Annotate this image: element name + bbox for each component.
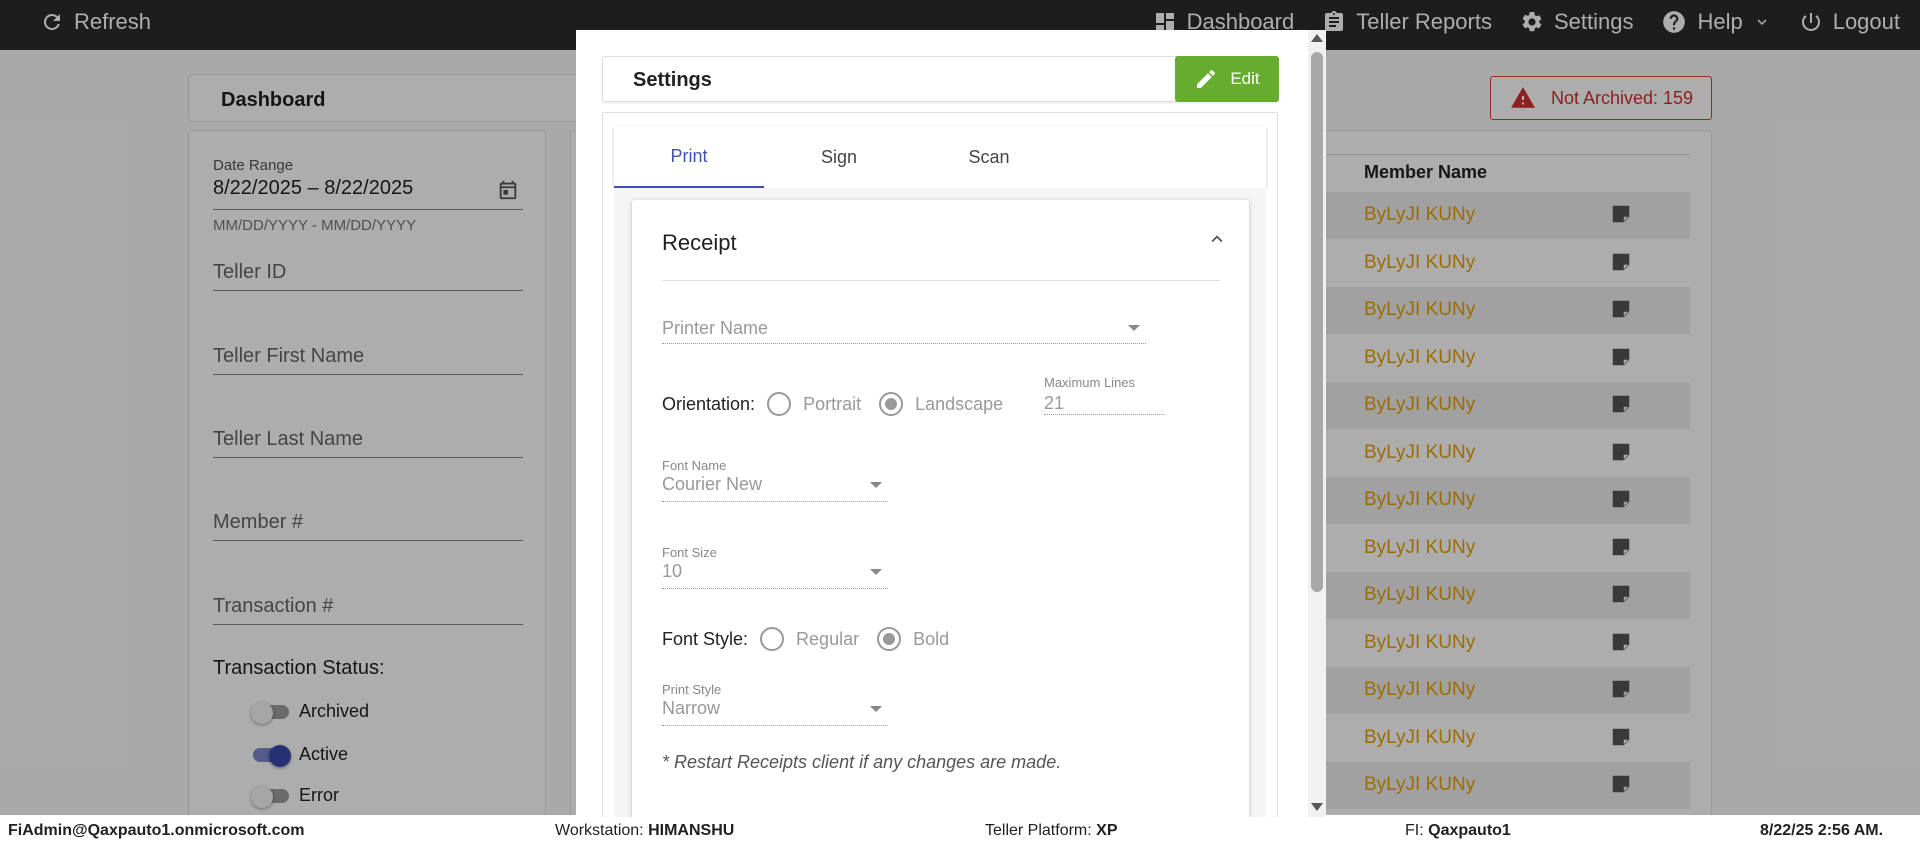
footer-workstation: Workstation: HIMANSHU: [555, 822, 735, 839]
footer-datetime: 8/22/25 2:56 AM.: [1760, 822, 1884, 839]
font-name-label: Font Name: [662, 458, 727, 473]
footer-teller-platform: Teller Platform: XP: [985, 822, 1118, 839]
font-name-value: Courier New: [662, 474, 763, 494]
dropdown-arrow-icon: [870, 706, 882, 712]
receipt-panel: Receipt Printer Name Orientation: Portra…: [632, 200, 1249, 817]
tab-scan[interactable]: Scan: [914, 126, 1064, 188]
radio-bold[interactable]: [877, 627, 902, 651]
font-size-label: Font Size: [662, 545, 717, 560]
scroll-up-arrow-icon[interactable]: [1311, 34, 1323, 42]
settings-dialog: Settings Edit Print Sign Scan Receipt Pr…: [576, 30, 1326, 817]
scrollbar-thumb[interactable]: [1311, 52, 1323, 592]
radio-portrait[interactable]: [767, 392, 792, 416]
settings-tabs: Print Sign Scan: [614, 126, 1266, 188]
receipt-title: Receipt: [662, 230, 737, 255]
orientation-label: Orientation:: [662, 393, 756, 414]
radio-regular[interactable]: [760, 627, 785, 651]
radio-landscape[interactable]: [879, 392, 904, 416]
printer-name-select[interactable]: Printer Name: [662, 312, 1146, 344]
maximum-lines-label: Maximum Lines: [1044, 375, 1136, 390]
print-style-value: Narrow: [662, 698, 721, 718]
tab-print[interactable]: Print: [614, 126, 764, 188]
pencil-icon: [1197, 69, 1216, 88]
font-size-value: 10: [662, 561, 683, 581]
status-footer: FiAdmin@Qaxpauto1.onmicrosoft.com Workst…: [0, 815, 1920, 847]
dropdown-arrow-icon: [1128, 325, 1140, 331]
tab-sign[interactable]: Sign: [764, 126, 914, 188]
option-bold: Bold: [913, 628, 950, 649]
option-regular: Regular: [796, 628, 860, 649]
scroll-down-arrow-icon[interactable]: [1311, 803, 1323, 811]
print-style-label: Print Style: [662, 682, 722, 697]
footer-user: FiAdmin@Qaxpauto1.onmicrosoft.com: [8, 822, 305, 839]
option-portrait: Portrait: [803, 393, 862, 414]
font-style-label: Font Style:: [662, 628, 749, 649]
footer-fi: FI: Qaxpauto1: [1405, 822, 1511, 839]
print-style-select[interactable]: Print Style Narrow: [662, 682, 888, 726]
receipt-divider: [662, 280, 1220, 281]
dropdown-arrow-icon: [870, 482, 882, 488]
dialog-scrollbar[interactable]: [1308, 30, 1326, 817]
dropdown-arrow-icon: [870, 569, 882, 575]
maximum-lines-field[interactable]: Maximum Lines 21: [1044, 375, 1164, 415]
chevron-up-icon[interactable]: [1206, 228, 1228, 250]
dialog-title: Settings: [633, 69, 712, 91]
font-style-group: Font Style: Regular Bold: [662, 627, 967, 651]
edit-label: Edit: [1230, 69, 1260, 88]
restart-note: * Restart Receipts client if any changes…: [662, 752, 1062, 772]
edit-button[interactable]: Edit: [1175, 56, 1279, 102]
maximum-lines-value: 21: [1044, 393, 1065, 413]
font-size-select[interactable]: Font Size 10: [662, 545, 888, 589]
font-name-select[interactable]: Font Name Courier New: [662, 458, 888, 502]
printer-name-placeholder: Printer Name: [662, 318, 769, 338]
option-landscape: Landscape: [915, 393, 1004, 414]
orientation-group: Orientation: Portrait Landscape: [662, 392, 1021, 416]
